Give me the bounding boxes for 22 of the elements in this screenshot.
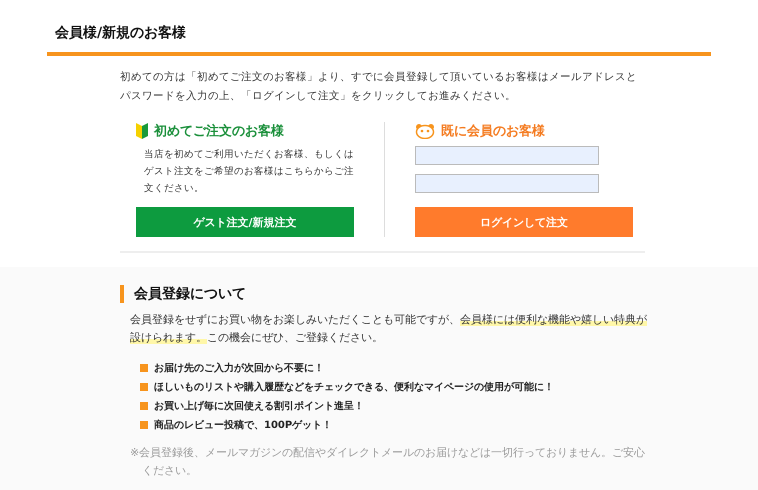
guest-order-button[interactable]: ゲスト注文/新規注文: [136, 207, 354, 237]
benefit-item: お届け先のご入力が次回から不要に！: [154, 362, 324, 375]
section-heading: 会員登録について: [120, 285, 650, 303]
bullet-square-icon: [140, 364, 148, 372]
login-order-button[interactable]: ログインして注文: [415, 207, 633, 237]
page-title: 会員様/新規のお客様: [55, 24, 188, 42]
benefit-item: ほしいものリストや購入履歴などをチェックできる、便利なマイページの使用が可能に！: [154, 380, 554, 394]
guest-description: 当店を初めてご利用いただくお客様、もしくはゲスト注文をご希望のお客様はこちらからご注文ください。: [143, 148, 354, 196]
guest-heading: 初めてご注文のお客様: [154, 122, 284, 140]
bullet-square-icon: [140, 383, 148, 391]
email-field[interactable]: [415, 146, 599, 165]
note-text: ※会員登録後、メールマガジンの配信やダイレクトメールのお届けなどは一切行っておりません。ご安心ください。: [130, 445, 646, 479]
password-field[interactable]: [415, 174, 599, 193]
beginner-mark-icon: [136, 123, 148, 139]
about-paragraph: 会員登録をせずにお買い物をお楽しみいただくことも可能ですが、会員様には便利な機能や嬉しい特典が設けられます。この機会にぜひ、ご登録ください。: [130, 312, 648, 346]
bullet-square-icon: [140, 402, 148, 410]
bullet-square-icon: [140, 421, 148, 429]
benefit-item: 商品のレビュー投稿で、100Pゲット！: [154, 418, 332, 432]
benefit-item: お買い上げ毎に次回使える割引ポイント進呈！: [154, 400, 364, 413]
member-heading: 既に会員のお客様: [441, 122, 545, 140]
intro-text: 初めての方は「初めてご注文のお客様」より、すでに会員登録して頂いているお客様はメールアドレスとパスワードを入力の上、「ログインして注文」をクリックしてお進みください。: [120, 70, 638, 104]
panda-icon: [415, 123, 435, 139]
